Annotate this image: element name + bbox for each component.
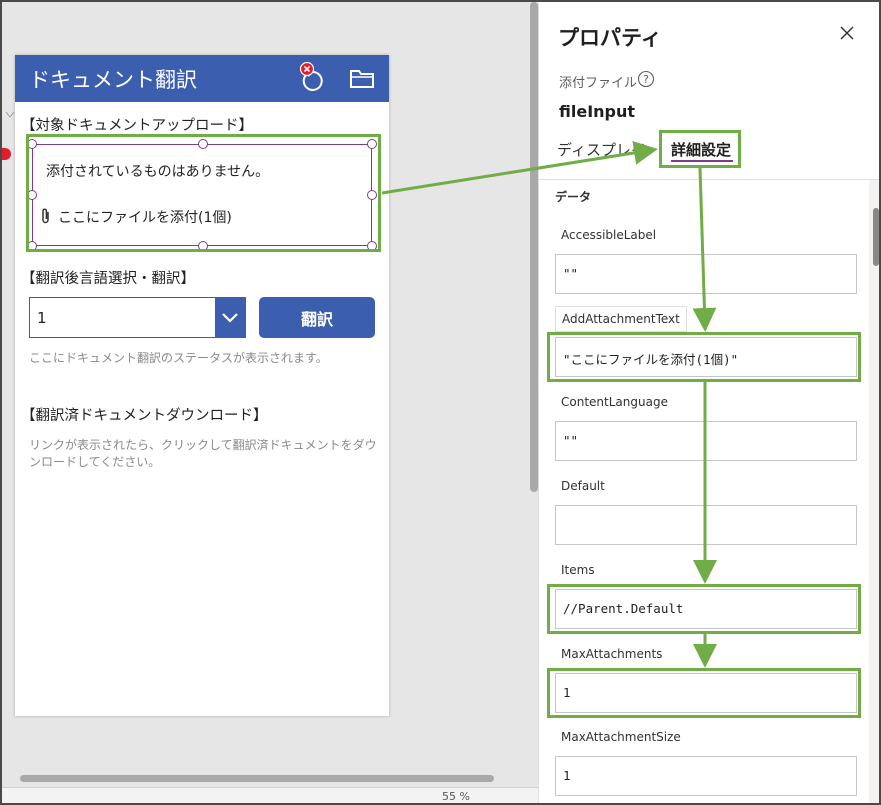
zoom-level[interactable]: 55 %: [442, 790, 470, 803]
property-input[interactable]: 1: [555, 756, 857, 796]
canvas-status-bar: 55 %: [2, 787, 538, 803]
property-label: MaxAttachments: [561, 647, 663, 661]
design-canvas: ドキュメント翻訳 【対象ドキュメントアップロード】 添付されているものはありませ…: [2, 2, 538, 803]
highlight-items: [547, 584, 861, 634]
highlight-add-attachment-text: [547, 332, 861, 382]
property-input[interactable]: "": [555, 254, 857, 294]
error-badge-icon: [2, 148, 11, 160]
download-section-label: 【翻訳済ドキュメントダウンロード】: [21, 408, 268, 424]
translate-button[interactable]: 翻訳: [259, 297, 375, 338]
close-icon[interactable]: [838, 24, 856, 42]
property-value: 1: [563, 768, 571, 783]
panel-scrollbar-thumb[interactable]: [873, 208, 879, 266]
property-label: MaxAttachmentSize: [561, 730, 681, 744]
highlight-advanced-tab: [659, 130, 741, 168]
tab-display[interactable]: ディスプレイ: [557, 139, 646, 160]
translation-status-text: ここにドキュメント翻訳のステータスが表示されます。: [29, 351, 328, 365]
property-label: AddAttachmentText: [555, 306, 687, 332]
control-type: 添付ファイル: [559, 76, 638, 91]
folder-icon[interactable]: [349, 67, 375, 89]
property-label: ContentLanguage: [561, 395, 668, 409]
language-section-label: 【翻訳後言語選択・翻訳】: [21, 271, 195, 287]
property-input[interactable]: [555, 505, 857, 545]
reset-icon[interactable]: [297, 62, 327, 94]
property-input[interactable]: "": [555, 421, 857, 461]
tab-divider: [539, 179, 879, 180]
property-value: "": [563, 266, 579, 281]
property-label: Default: [561, 479, 605, 493]
language-dropdown-value: 1: [37, 309, 47, 327]
section-heading-data: データ: [555, 190, 592, 204]
property-value: "": [563, 433, 579, 448]
upload-section-label: 【対象ドキュメントアップロード】: [21, 118, 253, 134]
download-note-text: リンクが表示されたら、クリックして翻訳済ドキュメントをダウンロードしてください。: [29, 438, 377, 469]
app-header: ドキュメント翻訳: [15, 55, 389, 102]
property-label: Items: [561, 563, 595, 577]
canvas-horizontal-scrollbar[interactable]: [20, 775, 494, 782]
screenshot-frame: ドキュメント翻訳 【対象ドキュメントアップロード】 添付されているものはありませ…: [0, 0, 881, 805]
app-title: ドキュメント翻訳: [29, 68, 197, 92]
panel-title: プロパティ: [558, 26, 662, 50]
control-name: fileInput: [559, 102, 636, 121]
highlight-attachment-control: [26, 134, 381, 252]
panel-scrollbar-track[interactable]: [869, 180, 879, 803]
canvas-vertical-scrollbar[interactable]: [530, 2, 538, 492]
property-label: AccessibleLabel: [561, 228, 657, 242]
help-icon[interactable]: ?: [637, 70, 655, 88]
language-dropdown[interactable]: 1: [29, 297, 246, 338]
chevron-down-icon[interactable]: [215, 298, 245, 337]
svg-text:?: ?: [643, 73, 649, 86]
highlight-max-attachments: [547, 668, 861, 718]
